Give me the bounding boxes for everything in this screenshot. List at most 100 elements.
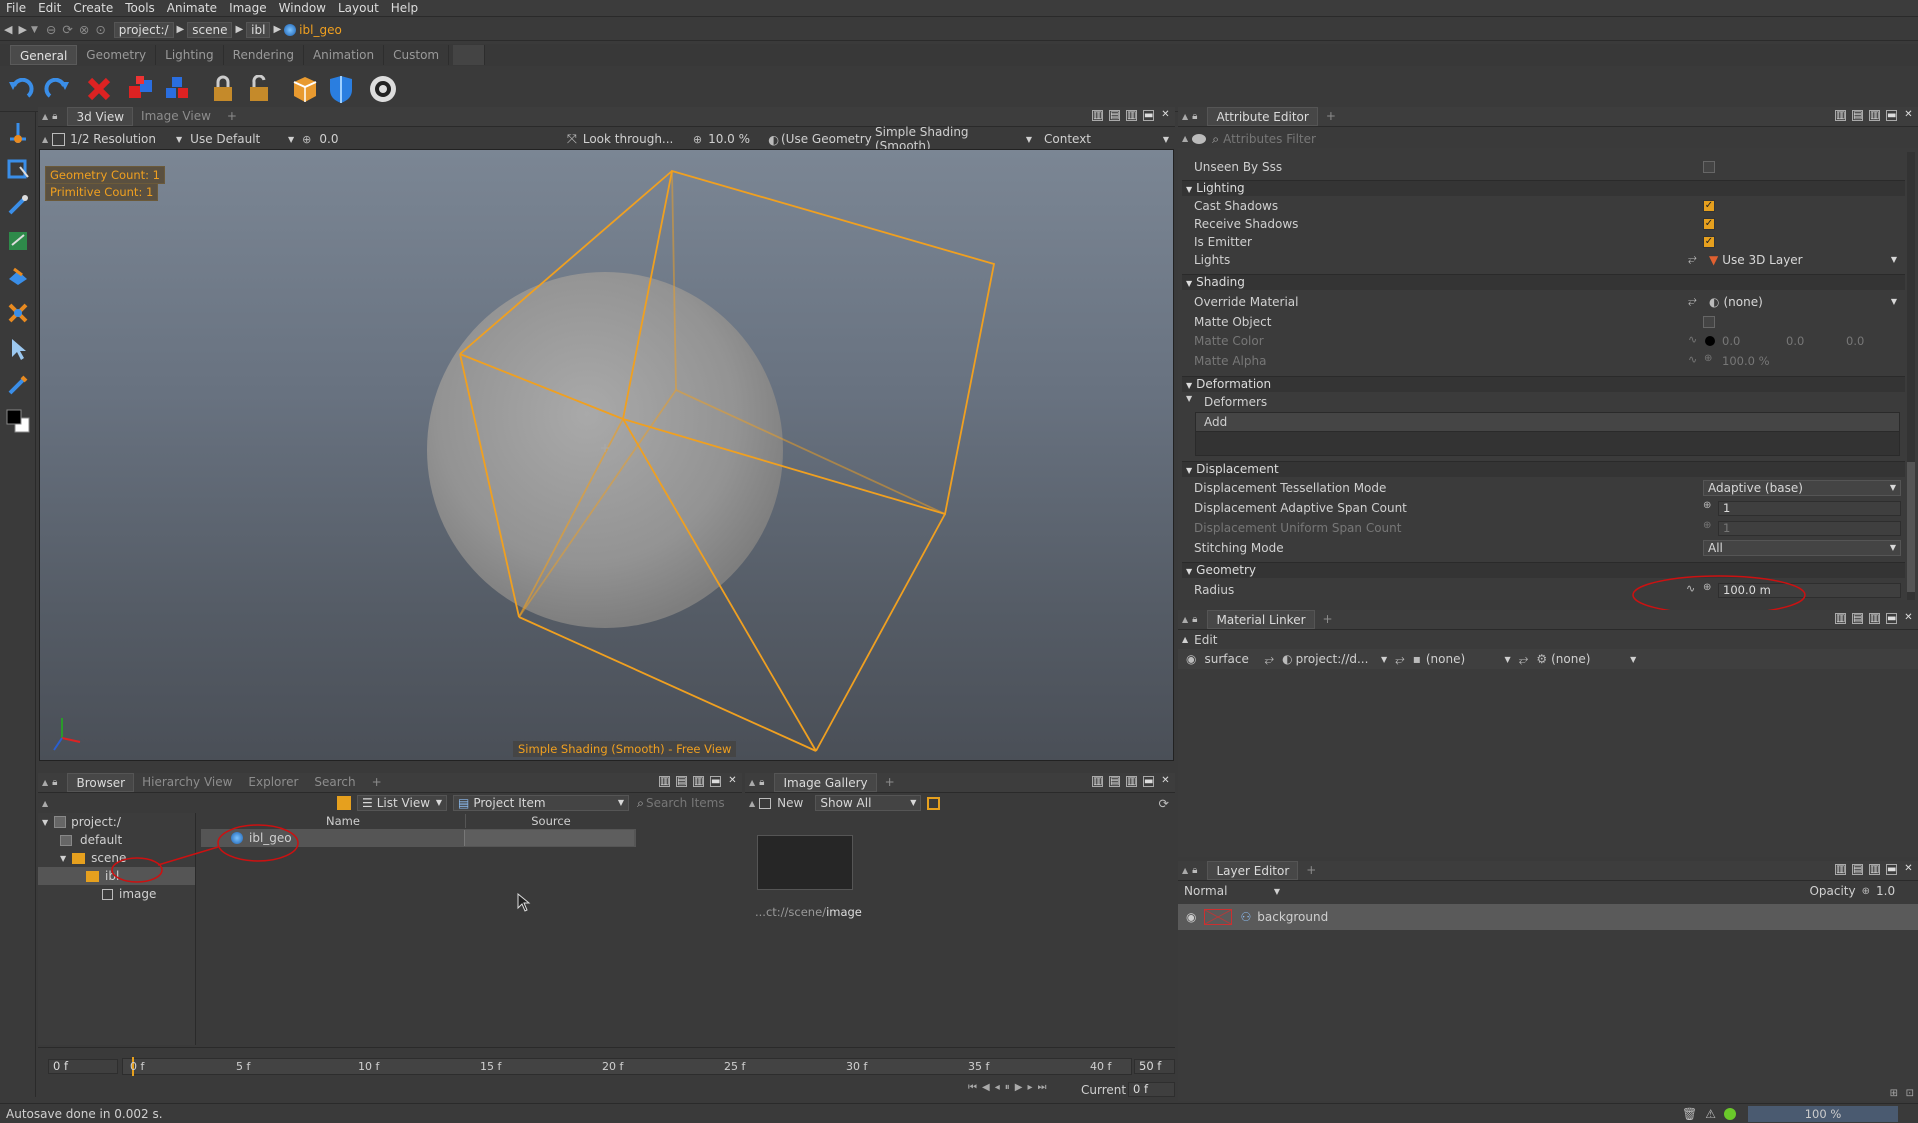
default-dropdown[interactable]: Use Default ▼ — [190, 132, 294, 146]
maximize-icon[interactable]: ▬ — [1886, 613, 1897, 624]
panel-lock-icon[interactable]: 🔒︎ — [1192, 614, 1197, 625]
exposure-field[interactable]: 0.0 — [319, 132, 379, 146]
tab-general[interactable]: General — [10, 45, 78, 65]
forward-arrow-icon[interactable]: ▶ — [18, 23, 26, 36]
3d-viewport[interactable]: Geometry Count: 1 Primitive Count: 1 Sim… — [39, 149, 1174, 761]
layout-h-icon[interactable]: ▤ — [1109, 110, 1120, 121]
timeline-end-field[interactable]: 50 f — [1134, 1059, 1175, 1074]
current-frame-field[interactable]: 0 f — [1128, 1082, 1175, 1097]
tab-search[interactable]: Search — [306, 773, 363, 792]
adaptive-span-field[interactable]: 1 — [1718, 501, 1901, 516]
edit-label[interactable]: Edit — [1194, 633, 1217, 647]
panel-lock-icon[interactable]: 🔒︎ — [52, 111, 57, 122]
add-tab-button[interactable]: + — [1318, 107, 1344, 126]
create-cubes-icon[interactable] — [126, 71, 156, 107]
opacity-field[interactable]: 1.0 — [1876, 884, 1912, 898]
close-panel-icon[interactable]: ✕ — [1903, 613, 1914, 624]
tab-image-view[interactable]: Image View — [133, 107, 219, 126]
tab-explorer[interactable]: Explorer — [240, 773, 306, 792]
lock-icon[interactable] — [208, 71, 238, 107]
layout-v-icon[interactable]: ▥ — [1869, 110, 1880, 121]
camera-icon[interactable] — [52, 132, 66, 146]
add-tab-button[interactable]: + — [219, 107, 245, 126]
close-panel-icon[interactable]: ✕ — [1903, 864, 1914, 875]
menu-layout[interactable]: Layout — [332, 0, 385, 17]
attributes-filter-input[interactable]: Attributes Filter — [1223, 132, 1316, 146]
close-panel-icon[interactable]: ✕ — [1903, 110, 1914, 121]
collapse-arrow-icon[interactable]: ▲ — [42, 799, 48, 808]
breadcrumb-scene[interactable]: scene — [187, 21, 233, 38]
layout-split-icon[interactable]: ▥ — [1835, 613, 1846, 624]
displacement-dropdown[interactable]: ▪ (none) ▼ — [1413, 652, 1511, 666]
undo-icon[interactable] — [6, 71, 36, 107]
unlock-icon[interactable] — [244, 71, 274, 107]
is-emitter-checkbox[interactable]: ✓ — [1703, 236, 1715, 248]
tab-attribute-editor[interactable]: Attribute Editor — [1207, 107, 1318, 126]
play-icon[interactable]: ▶ — [1015, 1082, 1023, 1093]
section-deformation[interactable]: ▼ Deformation — [1182, 376, 1905, 392]
panel-lock-icon[interactable]: 🔒︎ — [1192, 865, 1197, 876]
section-lighting[interactable]: ▼ Lighting — [1182, 180, 1905, 196]
add-tab-button[interactable]: + — [364, 773, 390, 792]
resize-handle-icon[interactable]: ⊡ — [1906, 1088, 1914, 1099]
matte-color-g[interactable]: 0.0 — [1786, 334, 1804, 348]
nav-refresh-icon[interactable]: ⟳ — [62, 22, 72, 37]
tab-material-linker[interactable]: Material Linker — [1207, 610, 1315, 629]
search-items-input[interactable]: Search Items — [646, 796, 736, 810]
section-shading[interactable]: ▼ Shading — [1182, 274, 1905, 290]
add-deformer-button[interactable]: Add — [1196, 413, 1899, 432]
curve-icon[interactable]: ∿ — [1688, 353, 1697, 366]
resize-grip-icon[interactable]: ⊞ — [1890, 1088, 1898, 1099]
tab-lighting[interactable]: Lighting — [156, 45, 224, 65]
trash-icon[interactable]: 🗑︎ — [1682, 1107, 1697, 1121]
collapse-arrow-icon[interactable]: ▲ — [42, 135, 48, 144]
panel-lock-icon[interactable]: 🔒︎ — [52, 777, 57, 788]
matte-color-r[interactable]: 0.0 — [1722, 334, 1740, 348]
stitching-mode-dropdown[interactable]: All ▼ — [1703, 540, 1901, 556]
collapse-arrow-icon[interactable]: ▲ — [749, 799, 755, 808]
collapse-arrow-icon[interactable]: ▲ — [1182, 615, 1188, 624]
warning-icon[interactable]: ⚠ — [1705, 1107, 1716, 1121]
material-dropdown[interactable]: ◐ project://d... ▼ — [1282, 652, 1387, 666]
layout-v-icon[interactable]: ▥ — [1126, 776, 1137, 787]
collapse-arrow-icon[interactable]: ▲ — [1182, 866, 1188, 875]
refresh-icon[interactable]: ⟳ — [1159, 796, 1169, 811]
layout-h-icon[interactable]: ▤ — [1852, 110, 1863, 121]
paint-tool-icon[interactable] — [3, 226, 33, 256]
cast-shadows-checkbox[interactable]: ✓ — [1703, 200, 1715, 212]
render-view-icon[interactable] — [368, 71, 398, 107]
new-button[interactable]: New — [777, 796, 803, 810]
collapse-arrow-icon[interactable]: ▲ — [42, 778, 48, 787]
tab-geometry[interactable]: Geometry — [77, 45, 157, 65]
layout-split-icon[interactable]: ▥ — [1092, 776, 1103, 787]
lights-dropdown[interactable]: ▼ Use 3D Layer ▼ — [1705, 252, 1901, 268]
transform-tool-icon[interactable] — [3, 118, 33, 148]
blend-mode-dropdown[interactable]: Normal ▼ — [1184, 884, 1280, 898]
link-icon[interactable]: ⥂ — [1688, 294, 1697, 308]
link-icon[interactable]: ⥂ — [1519, 652, 1529, 667]
maximize-icon[interactable]: ▬ — [1886, 864, 1897, 875]
close-panel-icon[interactable]: ✕ — [1160, 776, 1171, 787]
close-panel-icon[interactable]: ✕ — [1160, 110, 1171, 121]
layout-split-icon[interactable]: ▥ — [1835, 864, 1846, 875]
layout-v-icon[interactable]: ▥ — [1126, 110, 1137, 121]
matte-alpha-field[interactable]: 100.0 % — [1722, 354, 1770, 368]
list-view-dropdown[interactable]: ☰ List View ▼ — [356, 795, 447, 811]
collapse-arrow-icon[interactable]: ▲ — [1182, 134, 1188, 143]
slider-icon[interactable]: ⊕ — [1704, 353, 1712, 364]
slider-icon[interactable]: ⊕ — [1703, 520, 1711, 531]
breadcrumb-current[interactable]: ibl_geo — [299, 23, 342, 37]
layout-v-icon[interactable]: ▥ — [693, 776, 704, 787]
first-frame-icon[interactable]: ⏮ — [968, 1082, 977, 1093]
tab-animation[interactable]: Animation — [304, 45, 385, 65]
receive-shadows-checkbox[interactable]: ✓ — [1703, 218, 1715, 230]
show-all-dropdown[interactable]: Show All ▼ — [815, 795, 922, 811]
project-item-dropdown[interactable]: ▤ Project Item ▼ — [452, 795, 629, 811]
slider-icon[interactable]: ⊕ — [1862, 886, 1870, 897]
zoom-field[interactable]: 10.0 % — [708, 132, 768, 146]
add-tab-button[interactable]: + — [1315, 610, 1341, 629]
breadcrumb-ibl[interactable]: ibl — [246, 21, 271, 38]
pick-tool-icon[interactable] — [3, 190, 33, 220]
menu-file[interactable]: File — [0, 0, 32, 17]
collapse-arrow-icon[interactable]: ▲ — [749, 778, 755, 787]
